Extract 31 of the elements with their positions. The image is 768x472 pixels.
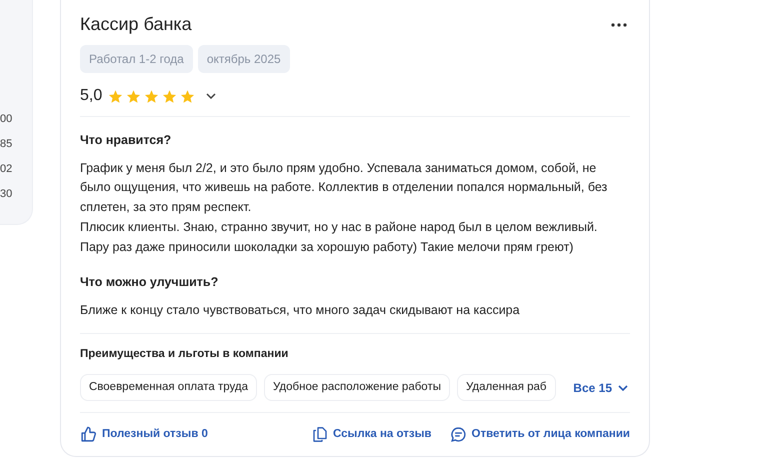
star-icon — [162, 88, 178, 104]
stat-value: 02 — [0, 162, 14, 177]
chat-icon — [450, 426, 466, 444]
benefits-heading: Преимущества и льготы в компании — [80, 346, 290, 362]
benefit-chip: Удобное расположение работы — [264, 374, 450, 402]
section-heading: Что можно улучшить? — [80, 274, 220, 292]
show-all-button[interactable]: Все 15 — [573, 378, 628, 397]
section-heading: Что нравится? — [80, 132, 172, 149]
benefit-chip: Своевременная оплата труда — [80, 374, 258, 402]
rating-value: 5,0 — [80, 86, 102, 106]
star-icon — [180, 88, 196, 104]
chevron-down-icon[interactable] — [206, 93, 216, 99]
review-link-button[interactable]: Ссылка на отзыв — [312, 426, 432, 444]
review-title: Кассир банка — [80, 13, 192, 36]
star-icon — [108, 88, 124, 104]
helpful-button[interactable]: Полезный отзыв 0 — [80, 426, 208, 444]
review-text: График у меня был 2/2, и это было прям удобно. Успевала заниматься домом, собой, не было ощущения, что живешь на работе. Коллектив в отделении попался нормальный, без сплетен, за это прям респект. Плюсик клиенты. Знаю, странно звучит, но у нас в районе народ был в целом вежливый. Пару раз даже приносили шоколадки за хорошую работу) Такие мелочи прям греют) — [80, 160, 608, 256]
copy-icon — [312, 426, 328, 444]
star-icon — [126, 88, 142, 104]
stat-value: 85 — [0, 137, 14, 152]
stat-value: 30 — [0, 187, 14, 202]
benefit-chip: Удаленная раб — [456, 374, 556, 402]
star-icon — [144, 88, 160, 104]
tag: октябрь 2025 — [198, 45, 290, 73]
stat-value: 00 — [0, 112, 14, 127]
chevron-down-icon — [618, 384, 628, 391]
review-text: Ближе к концу стало чувствоваться, что много задач скидывают на кассира — [80, 302, 521, 320]
reply-button[interactable]: Ответить от лица компании — [450, 426, 630, 444]
thumbs-up-icon — [80, 426, 97, 444]
more-icon[interactable] — [611, 22, 627, 26]
tag: Работал 1-2 года — [80, 45, 193, 73]
